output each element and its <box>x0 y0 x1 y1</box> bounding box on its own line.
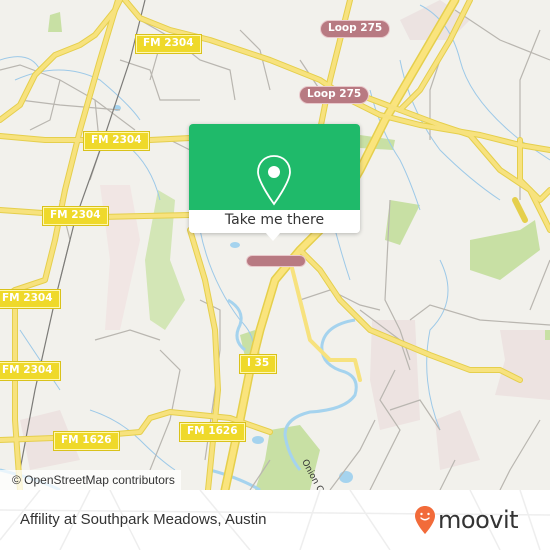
road-shield-fm1626: FM 1626 <box>179 422 246 442</box>
popup-pointer <box>265 232 281 241</box>
road-shield-fm2304: FM 2304 <box>135 34 202 54</box>
moovit-pin-icon <box>415 506 435 534</box>
road-shield-loop275: Loop 275 <box>299 86 370 104</box>
road-shield-fm2304: FM 2304 <box>42 206 109 226</box>
road-shield-fm2304: FM 2304 <box>0 361 61 381</box>
footer-bar: Affility at Southpark Meadows, Austin mo… <box>0 490 550 550</box>
moovit-logo[interactable]: moovit <box>414 504 519 536</box>
map-pin-icon <box>257 155 291 206</box>
road-shield-fm1626: FM 1626 <box>53 431 120 451</box>
road-shield-loop275: Loop 275 <box>320 20 391 38</box>
road-shield-fm2304: FM 2304 <box>0 289 61 309</box>
road-shield-loop275-hidden <box>246 255 306 267</box>
moovit-wordmark: moovit <box>438 506 519 534</box>
location-popup[interactable]: Take me there <box>189 124 360 241</box>
place-name: Affility at Southpark Meadows, Austin <box>20 511 267 528</box>
map-attribution[interactable]: © OpenStreetMap contributors <box>0 470 181 490</box>
road-shield-i35: I 35 <box>238 354 278 374</box>
map-base-layer <box>0 0 550 490</box>
map-view[interactable]: FM 2304 FM 2304 FM 2304 FM 2304 FM 2304 … <box>0 0 550 490</box>
road-shield-fm2304: FM 2304 <box>83 131 150 151</box>
take-me-there-button[interactable]: Take me there <box>189 210 360 233</box>
